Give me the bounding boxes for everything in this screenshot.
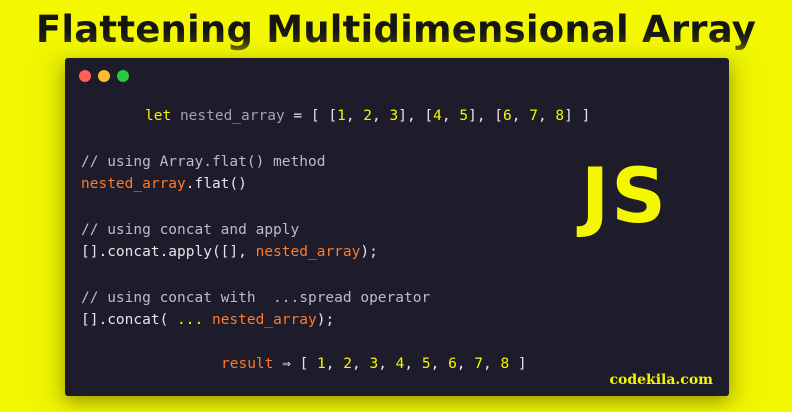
code-line-apply: [].concat.apply([], nested_array); [81, 242, 378, 262]
punctuation: = [ [ [284, 108, 338, 124]
punctuation: ] ] [564, 108, 591, 124]
keyword-let: let [145, 108, 172, 124]
result-value: 7 [474, 356, 483, 372]
variable-ref: nested_array [203, 312, 317, 328]
result-value: 2 [343, 356, 352, 372]
punctuation: ); [316, 312, 335, 328]
punctuation: ], [ [398, 108, 434, 124]
code-line-declaration: let nested_array = [ [1, 2, 3], [4, 5], … [145, 106, 590, 126]
number: 2 [363, 108, 373, 124]
code-comment-apply: // using concat and apply [81, 222, 300, 238]
maximize-dot-icon[interactable] [117, 70, 129, 82]
code-line-result: result ⇒ [ 1, 2, 3, 4, 5, 6, 7, 8 ] [221, 354, 527, 374]
result-label: result [221, 356, 274, 372]
result-value: 8 [500, 356, 510, 372]
number: 5 [459, 108, 469, 124]
punctuation: , [372, 108, 390, 124]
punctuation: ); [360, 244, 378, 260]
number: 8 [555, 108, 565, 124]
variable-name: nested_array [179, 108, 285, 124]
number: 4 [433, 108, 442, 124]
result-value: 3 [369, 356, 379, 372]
minimize-dot-icon[interactable] [98, 70, 110, 82]
result-arrow: ⇒ [ [273, 356, 318, 372]
brand-watermark: codekila.com [609, 372, 713, 388]
punctuation: , [537, 108, 556, 124]
result-value: 1 [317, 356, 326, 372]
close-dot-icon[interactable] [79, 70, 91, 82]
variable-ref: nested_array [81, 176, 186, 192]
punctuation: , [345, 108, 364, 124]
punctuation: , [404, 356, 422, 372]
punctuation: , [351, 356, 370, 372]
method-call: [].concat.apply([], [81, 244, 256, 260]
code-comment-flat: // using Array.flat() method [81, 154, 326, 170]
punctuation: ] [509, 356, 527, 372]
result-value: 5 [421, 356, 431, 372]
code-window: let nested_array = [ [1, 2, 3], [4, 5], … [65, 58, 729, 396]
number: 6 [503, 108, 512, 124]
spread-operator: ... [177, 312, 204, 328]
punctuation: , [325, 356, 344, 372]
punctuation: ], [ [468, 108, 504, 124]
punctuation: , [456, 356, 475, 372]
code-line-spread: [].concat( ... nested_array); [81, 310, 334, 330]
page-title: Flattening Multidimensional Array [35, 8, 757, 51]
punctuation: , [441, 108, 460, 124]
punctuation: , [378, 356, 396, 372]
punctuation: , [483, 356, 501, 372]
result-value: 6 [448, 356, 457, 372]
code-comment-spread: // using concat with ...spread operator [81, 290, 431, 306]
number: 7 [529, 108, 538, 124]
result-values: 1, 2, 3, 4, 5, 6, 7, 8 [317, 356, 509, 372]
thumbnail-page: Flattening Multidimensional Array let ne… [0, 0, 792, 412]
method-call: [].concat( [81, 312, 178, 328]
code-line-flat: nested_array.flat() [81, 174, 247, 194]
punctuation: , [511, 108, 530, 124]
punctuation: , [430, 356, 449, 372]
number: 3 [389, 108, 399, 124]
js-logo: JS [581, 151, 669, 240]
variable-ref: nested_array [255, 244, 361, 260]
number: 1 [337, 108, 346, 124]
method-call: .flat() [185, 176, 247, 192]
